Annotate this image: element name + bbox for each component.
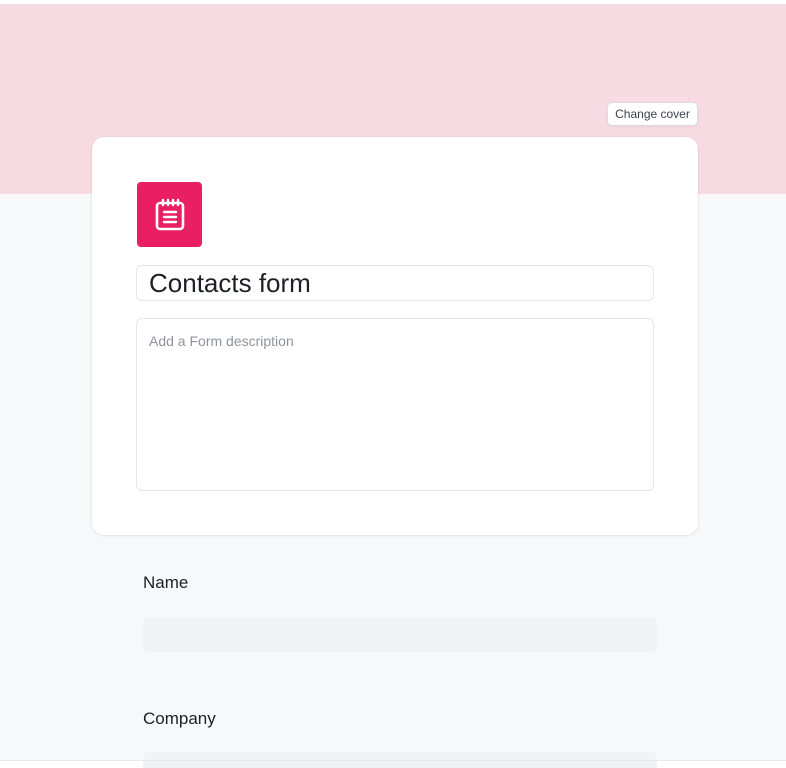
form-header-card [92, 137, 698, 535]
field-label-company: Company [143, 709, 216, 728]
notepad-icon [155, 198, 184, 230]
field-label-name: Name [143, 573, 189, 592]
form-description-input[interactable] [136, 318, 654, 491]
form-title-input[interactable] [136, 265, 654, 301]
form-canvas: Change cover Name Company [0, 4, 786, 768]
name-field-input[interactable] [143, 617, 657, 652]
change-cover-button[interactable]: Change cover [607, 102, 698, 126]
form-icon-button[interactable] [137, 182, 202, 247]
form-builder-page: Change cover Name Company [0, 0, 786, 768]
bottom-divider [0, 760, 786, 761]
